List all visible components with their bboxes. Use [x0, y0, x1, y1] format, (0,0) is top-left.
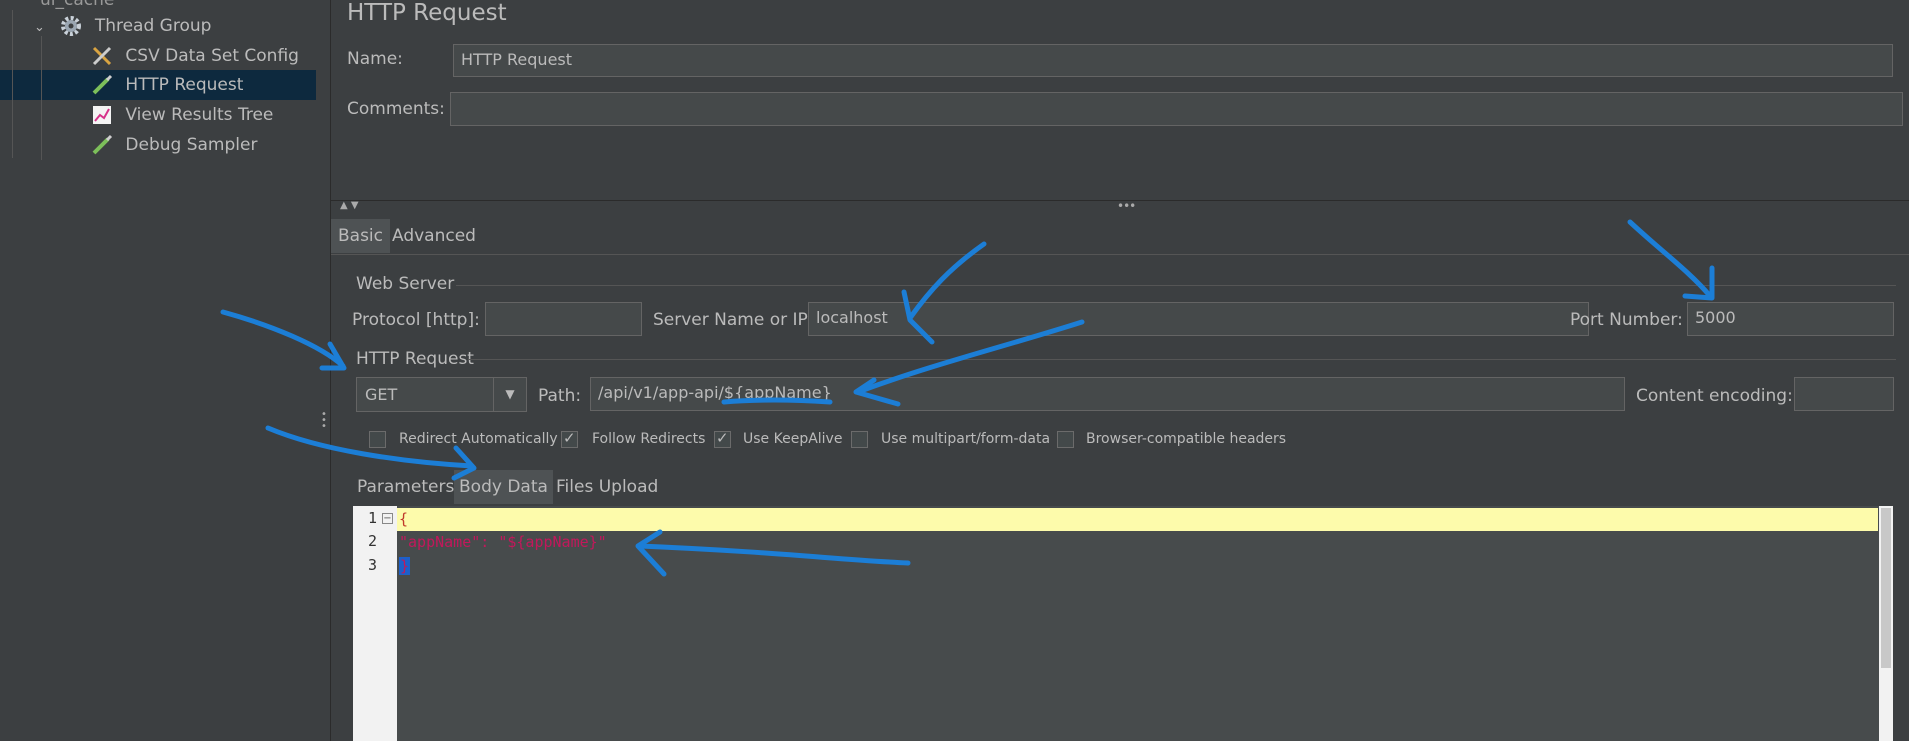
line-number: 3	[367, 556, 377, 574]
browser-compatible-headers-label: Browser-compatible headers	[1086, 431, 1287, 447]
protocol-field[interactable]	[485, 302, 642, 336]
name-label: Name:	[347, 49, 403, 69]
chevron-down-icon[interactable]: ⌄	[34, 14, 54, 42]
tree-item-thread-group[interactable]: ⌄ Thread Group	[34, 12, 211, 40]
current-line-highlight	[397, 508, 1878, 531]
group-border	[468, 359, 1896, 360]
comments-field[interactable]	[450, 92, 1903, 126]
tree-item-label: CSV Data Set Config	[125, 46, 299, 66]
tab-divider	[331, 254, 1909, 255]
tools-icon	[92, 46, 112, 66]
tree-item-label: Debug Sampler	[125, 135, 258, 155]
fold-icon[interactable]: −	[382, 513, 393, 524]
drag-handle-icon[interactable]: •••	[1117, 199, 1136, 213]
redirect-automatically-label: Redirect Automatically	[399, 431, 558, 447]
pipette-icon	[92, 74, 113, 95]
port-number-label: Port Number:	[1570, 310, 1683, 330]
code-line: {	[399, 510, 409, 528]
protocol-label: Protocol [http]:	[352, 310, 480, 330]
editor-scrollbar[interactable]	[1879, 506, 1893, 741]
tab-files-upload[interactable]: Files Upload	[551, 470, 663, 504]
use-multipart-checkbox[interactable]	[851, 431, 868, 448]
tab-basic[interactable]: Basic	[331, 219, 391, 253]
tree-guide-line	[12, 10, 13, 158]
use-keepalive-label: Use KeepAlive	[743, 431, 843, 447]
content-encoding-field[interactable]	[1794, 377, 1894, 411]
code-line: }	[399, 557, 411, 575]
tree-item-view-results-tree[interactable]: View Results Tree	[90, 101, 273, 129]
tree-item-label: View Results Tree	[125, 105, 274, 125]
content-encoding-label: Content encoding:	[1636, 386, 1793, 406]
code-line: "appName": "${appName}"	[399, 533, 607, 551]
comments-label: Comments:	[347, 99, 445, 119]
path-label: Path:	[538, 386, 582, 406]
panel-title: HTTP Request	[347, 0, 507, 26]
use-keepalive-checkbox[interactable]	[714, 429, 731, 448]
http-request-panel: HTTP Request Name: HTTP Request Comments…	[331, 0, 1909, 741]
drag-handle-icon[interactable]: •••	[321, 410, 327, 432]
follow-redirects-label: Follow Redirects	[592, 431, 706, 447]
tree-item-csv-data-set-config[interactable]: CSV Data Set Config	[90, 42, 299, 70]
pipette-icon	[92, 134, 113, 155]
chart-icon	[93, 106, 111, 124]
panel-splitter[interactable]: • • •	[316, 0, 331, 741]
body-data-editor[interactable]: 1 2 3 − { "appName": "${appName}" }	[353, 506, 1893, 741]
browser-compatible-headers-checkbox[interactable]	[1057, 431, 1074, 448]
name-field[interactable]: HTTP Request	[453, 44, 1893, 77]
gear-icon	[61, 16, 82, 36]
server-name-label: Server Name or IP:	[653, 310, 814, 330]
method-select[interactable]: GET ▼	[356, 377, 527, 412]
tree-item-label: ul_cache	[40, 0, 115, 10]
method-select-value: GET	[365, 385, 398, 404]
tree-item-label: HTTP Request	[125, 75, 244, 95]
scrollbar-thumb[interactable]	[1881, 508, 1891, 668]
line-number-gutter: 1 2 3 −	[353, 506, 397, 741]
chevron-down-icon[interactable]: ▼	[493, 378, 526, 411]
path-field[interactable]: /api/v1/app-api/${appName}	[590, 377, 1625, 411]
port-number-label-text: Port Number:	[1570, 310, 1683, 330]
tree-item-http-request[interactable]: HTTP Request	[90, 71, 243, 99]
tree-item-label: Thread Group	[94, 16, 212, 36]
test-plan-tree: ul_cache ⌄ Thread Group CSV Data Set Con…	[0, 0, 317, 741]
line-number: 2	[367, 532, 377, 550]
use-multipart-label: Use multipart/form-data	[881, 431, 1051, 447]
server-name-field[interactable]: localhost	[808, 302, 1589, 336]
tree-guide-line	[41, 36, 42, 160]
tab-body-data[interactable]: Body Data	[454, 470, 553, 504]
http-request-group-title: HTTP Request	[356, 349, 474, 369]
web-server-group-title: Web Server	[356, 274, 455, 294]
tab-advanced[interactable]: Advanced	[385, 219, 483, 253]
line-number: 1	[367, 509, 377, 527]
collapse-arrows-icon[interactable]: ▲ ▼	[340, 200, 359, 211]
port-number-field[interactable]: 5000	[1687, 302, 1894, 336]
redirect-automatically-checkbox[interactable]	[369, 431, 386, 448]
follow-redirects-checkbox[interactable]	[561, 429, 578, 448]
tab-parameters[interactable]: Parameters	[352, 470, 459, 504]
group-border	[456, 285, 1896, 286]
tree-item-debug-sampler[interactable]: Debug Sampler	[90, 131, 257, 159]
